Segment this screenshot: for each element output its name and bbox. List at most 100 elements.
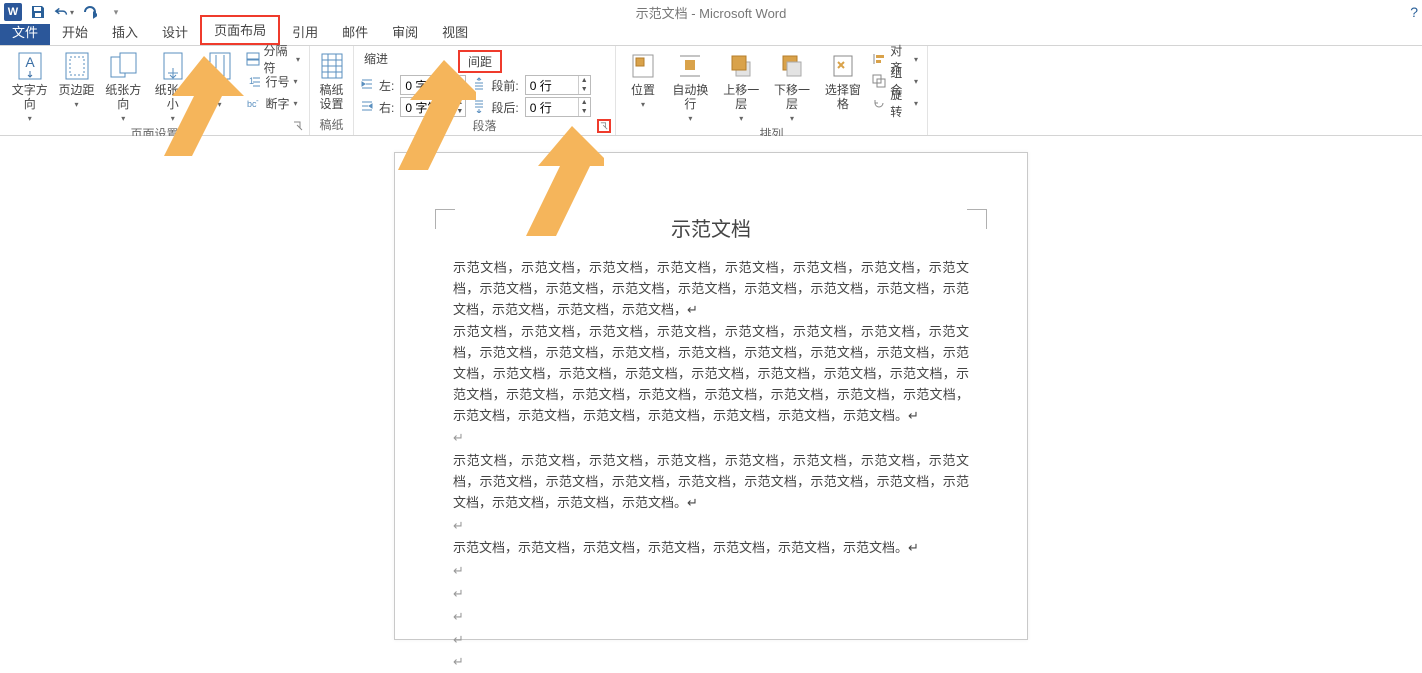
paragraph-launcher[interactable] xyxy=(597,119,611,133)
document-title: 示范文档 xyxy=(453,213,969,242)
svg-text:A: A xyxy=(25,54,35,70)
breaks-button[interactable]: 分隔符 ▾ xyxy=(243,48,304,70)
spin-down[interactable]: ▼ xyxy=(578,107,590,116)
spin-down[interactable]: ▼ xyxy=(578,85,590,94)
paper-size-icon xyxy=(157,50,189,82)
paragraph: 示范文档，示范文档，示范文档，示范文档，示范文档，示范文档，示范文档，示范文档，… xyxy=(453,322,969,426)
hyphenation-icon: bc- xyxy=(246,95,262,111)
paragraph: 示范文档，示范文档，示范文档，示范文档，示范文档，示范文档，示范文档。↵ xyxy=(453,538,969,559)
margins-button[interactable]: 页边距 ▾ xyxy=(56,48,98,111)
indent-header: 缩进 xyxy=(364,50,388,73)
orientation-icon xyxy=(107,50,139,82)
help-button[interactable]: ? xyxy=(1410,4,1418,20)
margins-icon xyxy=(61,50,93,82)
spin-up[interactable]: ▲ xyxy=(453,98,465,107)
spin-up[interactable]: ▲ xyxy=(578,76,590,85)
columns-button[interactable]: 分栏 ▾ xyxy=(199,48,241,111)
space-after-icon xyxy=(472,99,488,115)
chevron-down-icon: ▾ xyxy=(294,99,298,108)
chevron-down-icon: ▾ xyxy=(28,114,32,123)
line-numbers-icon: 1 xyxy=(246,73,262,89)
selection-pane-button[interactable]: 选择窗格 xyxy=(818,48,867,114)
chevron-down-icon: ▾ xyxy=(171,114,175,123)
orientation-button[interactable]: 纸张方向 ▾ xyxy=(100,48,148,125)
breaks-icon xyxy=(246,51,260,67)
chevron-down-icon: ▾ xyxy=(641,100,645,109)
page: 示范文档 示范文档，示范文档，示范文档，示范文档，示范文档，示范文档，示范文档，… xyxy=(394,152,1028,640)
spin-up[interactable]: ▲ xyxy=(453,76,465,85)
redo-button[interactable] xyxy=(80,2,100,22)
margin-corner-icon xyxy=(967,209,987,229)
chevron-down-icon: ▾ xyxy=(688,114,692,123)
ribbon-tabs: 文件 开始 插入 设计 页面布局 引用 邮件 审阅 视图 xyxy=(0,24,1422,46)
manuscript-icon xyxy=(316,50,348,82)
chevron-down-icon: ▾ xyxy=(121,114,125,123)
spin-down[interactable]: ▼ xyxy=(453,85,465,94)
send-backward-icon xyxy=(776,50,808,82)
chevron-down-icon: ▾ xyxy=(914,77,918,86)
text-direction-icon: A xyxy=(14,50,46,82)
rotate-button[interactable]: 旋转 ▾ xyxy=(869,92,921,114)
bring-forward-icon xyxy=(725,50,757,82)
tab-page-layout[interactable]: 页面布局 xyxy=(200,15,280,45)
space-before-input[interactable]: ▲▼ xyxy=(525,75,591,95)
group-page-setup: A 文字方向 ▾ 页边距 ▾ 纸张方向 ▾ xyxy=(0,46,310,135)
paragraph: 示范文档，示范文档，示范文档，示范文档，示范文档，示范文档，示范文档，示范文档，… xyxy=(453,451,969,513)
chevron-down-icon: ▾ xyxy=(914,99,918,108)
group-icon xyxy=(872,73,886,89)
text-direction-button[interactable]: A 文字方向 ▾ xyxy=(6,48,54,125)
quick-access-toolbar: W ▾ ▾ xyxy=(4,2,126,22)
columns-icon xyxy=(204,50,236,82)
document-canvas[interactable]: 示范文档 示范文档，示范文档，示范文档，示范文档，示范文档，示范文档，示范文档，… xyxy=(0,136,1422,640)
customize-qat-button[interactable]: ▾ xyxy=(106,2,126,22)
paper-size-button[interactable]: 纸张大小 ▾ xyxy=(149,48,197,125)
align-icon xyxy=(872,51,886,67)
paragraph: ↵ xyxy=(453,516,969,537)
position-icon xyxy=(627,50,659,82)
undo-button[interactable]: ▾ xyxy=(54,2,74,22)
wrap-text-icon xyxy=(674,50,706,82)
paragraph: ↵ xyxy=(453,584,969,605)
space-after-input[interactable]: ▲▼ xyxy=(525,97,591,117)
indent-left-input[interactable]: ▲▼ xyxy=(400,75,466,95)
word-logo-icon: W xyxy=(4,3,22,21)
line-numbers-button[interactable]: 1 行号 ▾ xyxy=(243,70,304,92)
selection-pane-icon xyxy=(827,50,859,82)
bring-forward-button[interactable]: 上移一层 ▾ xyxy=(717,48,766,125)
manuscript-settings-button[interactable]: 稿纸 设置 xyxy=(314,48,350,114)
save-button[interactable] xyxy=(28,2,48,22)
paragraph: ↵ xyxy=(453,428,969,449)
chevron-down-icon: ▾ xyxy=(739,114,743,123)
rotate-icon xyxy=(872,95,886,111)
group-arrange: 位置 ▾ 自动换行 ▾ 上移一层 ▾ 下移一层 ▾ 选择窗格 xyxy=(616,46,928,135)
chevron-down-icon: ▾ xyxy=(296,55,300,64)
send-backward-button[interactable]: 下移一层 ▾ xyxy=(768,48,817,125)
margin-corner-icon xyxy=(435,209,455,229)
chevron-down-icon: ▾ xyxy=(294,77,298,86)
group-manuscript: 稿纸 设置 稿纸 xyxy=(310,46,354,135)
page-setup-launcher[interactable] xyxy=(291,119,305,133)
paragraph: ↵ xyxy=(453,561,969,582)
spin-down[interactable]: ▼ xyxy=(453,107,465,116)
spacing-header: 间距 xyxy=(458,50,502,73)
paragraph: 示范文档，示范文档，示范文档，示范文档，示范文档，示范文档，示范文档，示范文档，… xyxy=(453,258,969,320)
document-body[interactable]: 示范文档，示范文档，示范文档，示范文档，示范文档，示范文档，示范文档，示范文档，… xyxy=(453,258,969,673)
space-before-icon xyxy=(472,77,488,93)
chevron-down-icon: ▾ xyxy=(217,100,221,109)
group-paragraph: 缩进 间距 左: ▲▼ 段前: ▲▼ 右: ▲▼ 段后: ▲▼ 段落 xyxy=(354,46,616,135)
window-title: 示范文档 - Microsoft Word xyxy=(636,3,787,22)
chevron-down-icon: ▾ xyxy=(914,55,918,64)
spin-up[interactable]: ▲ xyxy=(578,98,590,107)
indent-right-input[interactable]: ▲▼ xyxy=(400,97,466,117)
ribbon: A 文字方向 ▾ 页边距 ▾ 纸张方向 ▾ xyxy=(0,46,1422,136)
svg-text:-: - xyxy=(256,96,259,105)
position-button[interactable]: 位置 ▾ xyxy=(622,48,664,111)
chevron-down-icon: ▾ xyxy=(790,114,794,123)
indent-left-icon xyxy=(360,77,376,93)
chevron-down-icon: ▾ xyxy=(74,100,78,109)
group-label-manuscript: 稿纸 xyxy=(316,116,347,135)
paragraph: ↵ xyxy=(453,607,969,628)
indent-right-icon xyxy=(360,99,376,115)
wrap-text-button[interactable]: 自动换行 ▾ xyxy=(666,48,715,125)
hyphenation-button[interactable]: bc- 断字 ▾ xyxy=(243,92,304,114)
